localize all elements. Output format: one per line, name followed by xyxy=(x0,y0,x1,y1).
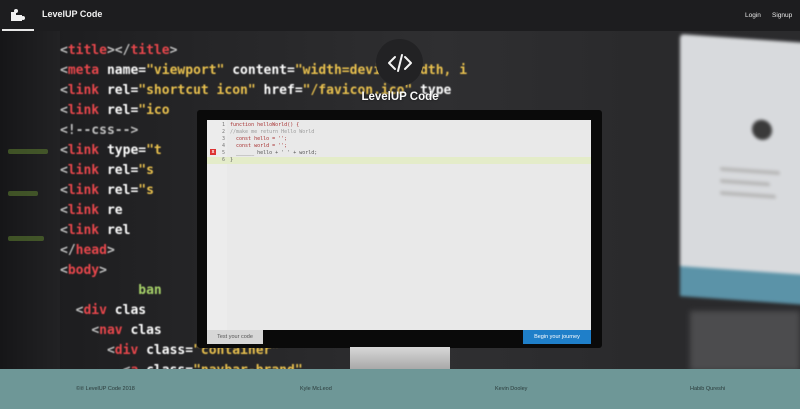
monitor-stand xyxy=(350,347,450,369)
background-left-strip xyxy=(0,31,60,369)
footer: ©℗ LevelUP Code 2018 Kyle McLeod Kevin D… xyxy=(0,369,800,409)
background-right-base xyxy=(690,311,800,369)
login-link[interactable]: Login xyxy=(745,12,761,19)
navbar: LevelUP Code Login Signup xyxy=(0,0,800,31)
code-line-5[interactable]: 5 ______ hello + ' ' + world; xyxy=(207,150,591,157)
code-line-6[interactable]: 6} xyxy=(207,157,591,164)
error-marker-icon: x xyxy=(210,149,216,155)
footer-copyright: ©℗ LevelUP Code 2018 xyxy=(76,386,135,392)
footer-author-2: Kevin Dooley xyxy=(495,386,528,392)
code-line-2[interactable]: 2//make me return Hello World xyxy=(207,129,591,136)
footer-author-3: Habib Qureshi xyxy=(690,386,726,392)
code-brackets-icon xyxy=(387,53,412,72)
logo-circle xyxy=(376,39,423,86)
footer-author-1: Kyle McLeod xyxy=(300,386,332,392)
brand-title[interactable]: LevelUP Code xyxy=(42,9,102,19)
code-line-4[interactable]: 4 const world = ''; xyxy=(207,143,591,150)
brand-home-link[interactable] xyxy=(2,0,34,31)
background-right-monitor xyxy=(680,34,800,306)
signup-link[interactable]: Signup xyxy=(772,12,792,19)
begin-journey-button[interactable]: Begin your journey xyxy=(523,330,591,344)
code-line-1[interactable]: 1 function helloWorld() { xyxy=(207,122,591,129)
test-code-button[interactable]: Test your code xyxy=(207,330,263,344)
code-line-3[interactable]: 3 const hello = ''; xyxy=(207,136,591,143)
puzzle-icon xyxy=(11,8,25,21)
hero-title: LevelUP Code xyxy=(361,91,439,103)
